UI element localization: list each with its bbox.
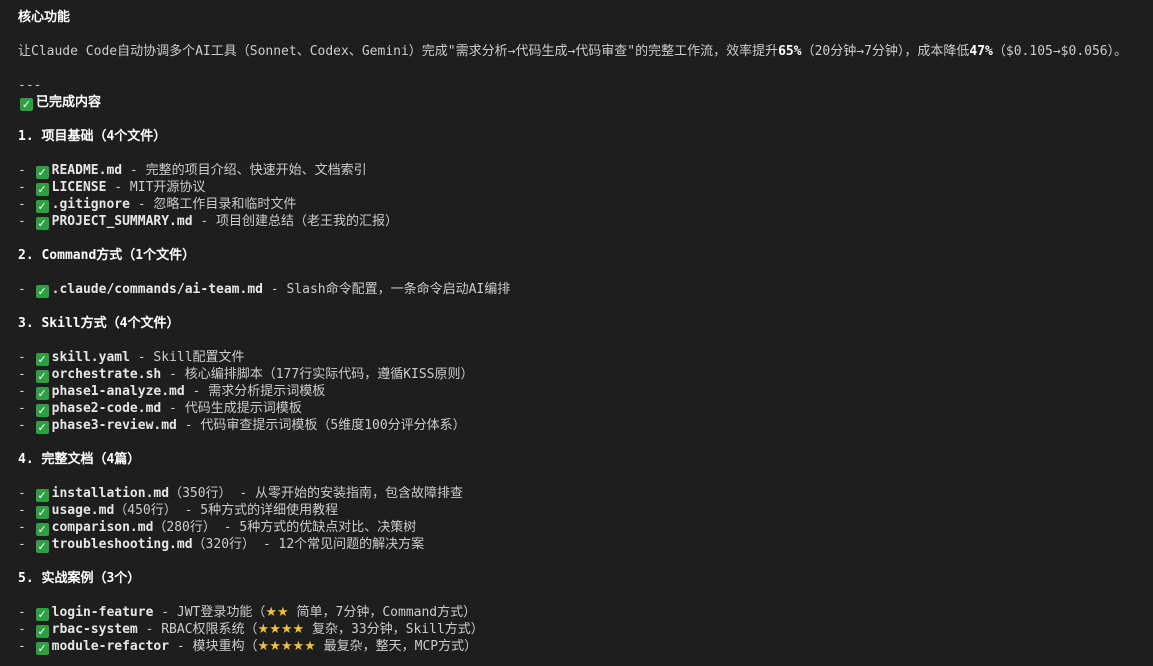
item-description: - 核心编排脚本（177行实际代码，遵循KISS原则） (161, 367, 474, 382)
check-mark-button-icon: ✓ (35, 421, 49, 434)
section-heading: 4. 完整文档（4篇） (18, 452, 141, 467)
file-name: orchestrate.sh (51, 367, 162, 382)
item-description: - 代码生成提示词模板 (161, 401, 302, 416)
check-mark-button-icon: ✓ (35, 285, 49, 298)
item-description: - Slash命令配置，一条命令启动AI编排 (262, 282, 511, 297)
file-name: README.md (51, 163, 123, 178)
check-mark-button-icon: ✓ (35, 489, 49, 502)
list-item: - ✓ module-refactor - 模块重构（★★★★★ 最复杂，整天，M… (18, 639, 478, 655)
file-name: phase3-review.md (51, 418, 177, 433)
star-icon: ★★★★★ (257, 639, 316, 654)
list-item: - ✓ comparison.md（280行） - 5种方式的优缺点对比、决策树 (18, 520, 417, 536)
item-description: - 完整的项目介绍、快速开始、文档索引 (122, 163, 367, 178)
item-description: 最复杂，整天，MCP方式） (315, 639, 478, 654)
file-name: installation.md (51, 486, 170, 501)
item-description: 简单，7分钟，Command方式） (288, 605, 477, 620)
item-description: - 需求分析提示词模板 (184, 384, 326, 399)
check-mark-button-icon: ✓ (35, 608, 49, 621)
section-heading: 3. Skill方式（4个文件） (18, 316, 180, 331)
check-mark-button-icon: ✓ (35, 540, 49, 553)
item-prefix: - RBAC权限系统（ (137, 622, 258, 637)
check-mark-button-icon: ✓ (35, 387, 49, 400)
cost-value: 47% (969, 44, 993, 59)
item-description: - Skill配置文件 (129, 350, 245, 365)
list-item: - ✓ phase3-review.md - 代码审查提示词模板（5维度100分评… (18, 418, 466, 434)
file-name: usage.md (51, 503, 115, 518)
check-mark-button-icon: ✓ (35, 370, 49, 383)
file-name: troubleshooting.md (51, 537, 193, 552)
file-name: .claude/commands/ai-team.md (51, 282, 263, 297)
check-mark-button-icon: ✓ (35, 625, 49, 638)
check-mark-button-icon: ✓ (35, 217, 49, 230)
file-name: skill.yaml (51, 350, 130, 365)
item-description: - MIT开源协议 (106, 180, 206, 195)
item-description: 复杂，33分钟，Skill方式） (304, 622, 484, 637)
list-item: - ✓ phase1-analyze.md - 需求分析提示词模板 (18, 384, 326, 400)
file-name: phase1-analyze.md (51, 384, 185, 399)
check-mark-button-icon: ✓ (35, 166, 49, 179)
check-mark-button-icon: ✓ (35, 183, 49, 196)
list-item: - ✓ orchestrate.sh - 核心编排脚本（177行实际代码，遵循KI… (18, 367, 474, 383)
separator: --- (18, 78, 42, 93)
check-mark-button-icon: ✓ (35, 353, 49, 366)
list-item: - ✓ LICENSE - MIT开源协议 (18, 180, 206, 196)
list-item: - ✓ .claude/commands/ai-team.md - Slash命令… (18, 282, 511, 298)
intro-paragraph: 让Claude Code自动协调多个AI工具（Sonnet、Codex、Gemi… (18, 43, 1127, 60)
check-mark-button-icon: ✓ (35, 404, 49, 417)
list-item: - ✓ .gitignore - 忽略工作目录和临时文件 (18, 197, 297, 213)
item-prefix: - 模块重构（ (169, 639, 258, 654)
check-mark-button-icon: ✓ (35, 200, 49, 213)
list-item: - ✓ installation.md（350行） - 从零开始的安装指南，包含故… (18, 486, 464, 502)
list-item: - ✓ usage.md（450行） - 5种方式的详细使用教程 (18, 503, 339, 519)
file-name: comparison.md (51, 520, 154, 535)
page-title: 核心功能 (18, 10, 71, 25)
done-title: ✓ 已完成内容 (18, 94, 101, 111)
item-description: （450行） - 5种方式的详细使用教程 (114, 503, 339, 518)
file-name: rbac-system (51, 622, 138, 637)
file-name: PROJECT_SUMMARY.md (51, 214, 193, 229)
intro-text-2: （20分钟→7分钟），成本降低 (801, 44, 970, 59)
item-description: （350行） - 从零开始的安装指南，包含故障排查 (169, 486, 464, 501)
list-item: - ✓ phase2-code.md - 代码生成提示词模板 (18, 401, 302, 417)
list-item: - ✓ PROJECT_SUMMARY.md - 项目创建总结（老王我的汇报） (18, 214, 399, 230)
file-name: module-refactor (51, 639, 170, 654)
intro-text-3: （$0.105→$0.056）。 (992, 44, 1128, 59)
item-description: （320行） - 12个常见问题的解决方案 (192, 537, 425, 552)
star-icon: ★★★★ (257, 622, 305, 637)
section-heading: 1. 项目基础（4个文件） (18, 129, 167, 144)
efficiency-value: 65% (778, 44, 802, 59)
list-item: - ✓ rbac-system - RBAC权限系统（★★★★ 复杂，33分钟，S… (18, 622, 484, 638)
list-item: - ✓ troubleshooting.md（320行） - 12个常见问题的解决… (18, 537, 425, 553)
done-title-text: 已完成内容 (36, 95, 102, 110)
item-description: - 项目创建总结（老王我的汇报） (192, 214, 399, 229)
file-name: LICENSE (51, 180, 107, 195)
item-description: - 代码审查提示词模板（5维度100分评分体系） (176, 418, 466, 433)
item-description: - 忽略工作目录和临时文件 (129, 197, 297, 212)
item-prefix: - JWT登录功能（ (153, 605, 266, 620)
check-mark-button-icon: ✓ (20, 98, 33, 111)
check-mark-button-icon: ✓ (35, 506, 49, 519)
section-heading: 5. 实战案例（3个） (18, 571, 141, 586)
list-item: - ✓ skill.yaml - Skill配置文件 (18, 350, 245, 366)
check-mark-button-icon: ✓ (35, 523, 49, 536)
star-icon: ★★ (265, 605, 289, 620)
list-item: - ✓ README.md - 完整的项目介绍、快速开始、文档索引 (18, 163, 367, 179)
file-name: login-feature (51, 605, 154, 620)
section-heading: 2. Command方式（1个文件） (18, 248, 196, 263)
check-mark-button-icon: ✓ (35, 642, 49, 655)
file-name: .gitignore (51, 197, 130, 212)
file-name: phase2-code.md (51, 401, 162, 416)
item-description: （280行） - 5种方式的优缺点对比、决策树 (153, 520, 417, 535)
list-item: - ✓ login-feature - JWT登录功能（★★ 简单，7分钟，Com… (18, 605, 477, 621)
intro-text-1: 让Claude Code自动协调多个AI工具（Sonnet、Codex、Gemi… (18, 44, 779, 59)
